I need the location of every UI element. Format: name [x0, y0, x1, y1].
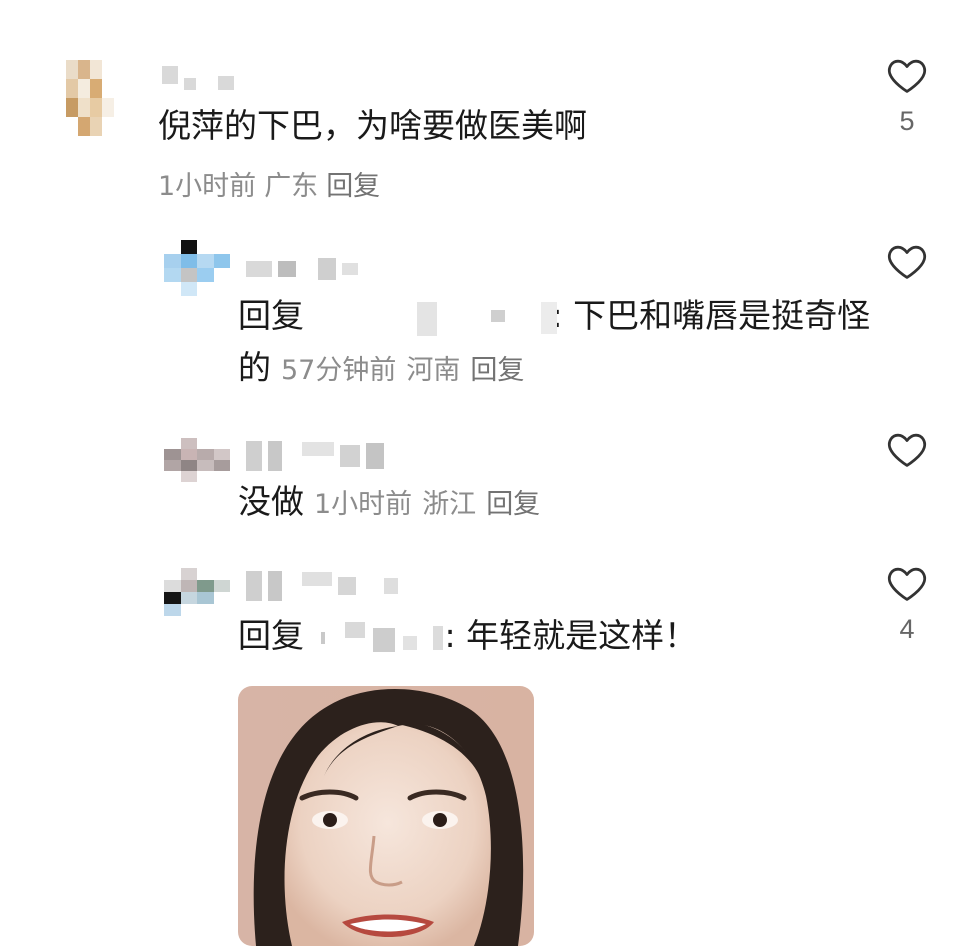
comment-text-cont: 的 57分钟前 河南 回复 — [238, 342, 524, 397]
comment-text: 回复 : 年轻就是这样！ — [238, 610, 697, 662]
username-blurred[interactable] — [246, 440, 384, 472]
username-blurred[interactable] — [246, 256, 358, 282]
mentioned-username-blurred[interactable] — [315, 621, 455, 654]
location: 广东 — [264, 171, 319, 202]
portrait-image — [238, 686, 534, 946]
comment-body: 没做 — [238, 482, 304, 521]
comment-text: 没做 1小时前 浙江 回复 — [238, 476, 540, 531]
location: 浙江 — [422, 489, 477, 520]
reply-text: : 下巴和嘴唇是挺奇怪 — [551, 296, 871, 335]
heart-outline-icon — [887, 567, 927, 601]
comment-text: 回复 : 下巴和嘴唇是挺奇怪 — [238, 290, 870, 342]
heart-outline-icon — [887, 245, 927, 279]
timestamp: 1小时前 — [158, 171, 257, 202]
avatar[interactable] — [66, 60, 114, 136]
location: 河南 — [406, 355, 461, 386]
mentioned-username-blurred[interactable] — [315, 301, 557, 336]
like-count: 5 — [899, 106, 915, 136]
comment-meta: 1小时前 广东 回复 — [158, 164, 388, 203]
heart-outline-icon — [887, 433, 927, 467]
username-blurred[interactable] — [246, 570, 398, 602]
reply-prefix: 回复 — [238, 616, 304, 655]
reply-link[interactable]: 回复 — [470, 355, 524, 386]
attached-photo[interactable] — [238, 686, 534, 946]
reply-text-continued: 的 — [238, 348, 271, 387]
reply-link[interactable]: 回复 — [486, 489, 540, 520]
timestamp: 57分钟前 — [281, 355, 397, 386]
reply-link[interactable]: 回复 — [326, 171, 380, 202]
timestamp: 1小时前 — [314, 489, 413, 520]
avatar[interactable] — [164, 240, 230, 296]
avatar[interactable] — [164, 438, 230, 482]
username-blurred[interactable] — [162, 62, 234, 90]
reply-text: : 年轻就是这样！ — [444, 616, 698, 655]
like-button[interactable] — [880, 242, 934, 280]
comment-text: 倪萍的下巴，为啥要做医美啊 — [158, 106, 587, 145]
like-button[interactable]: 5 — [880, 56, 934, 137]
reply-prefix: 回复 — [238, 296, 304, 335]
like-button[interactable]: 4 — [880, 564, 934, 645]
heart-outline-icon — [887, 59, 927, 93]
like-button[interactable] — [880, 430, 934, 468]
like-count: 4 — [899, 614, 915, 644]
avatar[interactable] — [164, 568, 230, 616]
